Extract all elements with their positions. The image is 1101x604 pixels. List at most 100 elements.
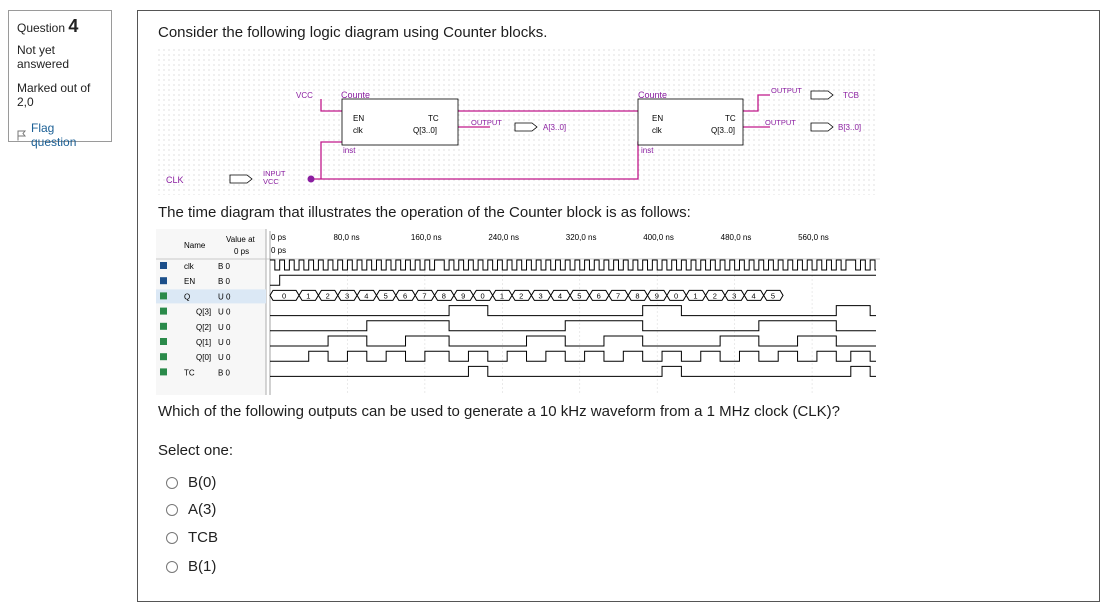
q-value-label: 3 [539, 291, 543, 300]
question-marks: Marked out of 2,0 [17, 81, 91, 109]
select-one-label: Select one: [158, 442, 234, 459]
pin-icon [160, 353, 167, 361]
option-radio[interactable] [166, 476, 178, 489]
q-value-label: 8 [442, 291, 446, 300]
pin-icon [160, 368, 167, 376]
pin-icon [160, 277, 167, 285]
time-cursor-label: 0 ps [271, 233, 286, 242]
signal-name: Q[0] [196, 353, 211, 362]
pin-icon [160, 322, 167, 330]
counter2-q: Q[3..0] [711, 126, 735, 135]
q-value-label: 0 [282, 291, 286, 300]
signal-name: EN [184, 277, 195, 286]
signal-value: B 0 [218, 368, 231, 377]
counter2-inst: inst [641, 146, 654, 155]
q-value-label: 4 [558, 291, 562, 300]
counter2-clk: clk [652, 126, 663, 135]
q-value-label: 6 [403, 291, 407, 300]
q-value-label: 9 [655, 291, 659, 300]
q-value-label: 5 [384, 291, 388, 300]
counter1-title: Counte [341, 90, 370, 100]
signal-value: U 0 [218, 338, 231, 347]
signal-value: U 0 [218, 292, 231, 301]
counter2-tc: TC [725, 114, 736, 123]
timing-diagram: Name Value at 0 ps 0 ps 0 ps 80,0 ns 160,… [156, 229, 880, 395]
q-value-label: 9 [461, 291, 465, 300]
counter1-en: EN [353, 114, 364, 123]
counter1-q: Q[3..0] [413, 126, 437, 135]
option-radio[interactable] [166, 531, 178, 544]
timing-intro-text: The time diagram that illustrates the op… [158, 204, 691, 221]
q-value-label: 7 [422, 291, 426, 300]
input-vcc-label: VCC [263, 177, 279, 186]
input-pin-clk [229, 174, 253, 184]
q-value-label: 3 [732, 291, 736, 300]
signal-value: B 0 [218, 262, 231, 271]
q-value-label: 0 [480, 291, 484, 300]
counter1-tc: TC [428, 114, 439, 123]
option-a3[interactable]: A(3) [166, 501, 216, 518]
output-label-tcb: OUTPUT [771, 86, 802, 95]
flag-question-label: Flag question [31, 121, 77, 149]
pin-icon [160, 338, 167, 345]
time-axis-label: 160,0 ns [411, 233, 442, 242]
q-value-label: 2 [326, 291, 330, 300]
option-radio[interactable] [166, 560, 178, 573]
signal-name: Q[3] [196, 308, 211, 317]
option-radio[interactable] [166, 503, 178, 516]
time-axis-label: 480,0 ns [721, 233, 752, 242]
signal-name: Q [184, 292, 190, 301]
signal-clk: CLK [166, 175, 184, 185]
output-label-a: OUTPUT [471, 118, 502, 127]
output-pin-tcb [810, 90, 834, 100]
q-value-label: 4 [752, 291, 756, 300]
q-value-label: 7 [616, 291, 620, 300]
value-column-subheader: 0 ps [234, 247, 249, 256]
counter2-en: EN [652, 114, 663, 123]
q-value-label: 2 [713, 291, 717, 300]
q-value-label: 8 [635, 291, 639, 300]
q-value-label: 5 [577, 291, 581, 300]
signal-value: U 0 [218, 353, 231, 362]
signal-name: TC [184, 368, 195, 377]
flag-question-link[interactable]: Flag question [17, 121, 103, 149]
output-pin-a [514, 122, 538, 132]
q-value-label: 6 [597, 291, 601, 300]
time-cursor-sublabel: 0 ps [271, 246, 286, 255]
logic-diagram: VCC Counte EN clk TC Q[3..0] inst Counte… [158, 49, 878, 195]
signal-name: Q[1] [196, 338, 211, 347]
flag-icon [17, 130, 27, 140]
pin-icon [160, 262, 167, 269]
question-state: Not yet answered [17, 43, 70, 71]
q-value-label: 0 [674, 291, 678, 300]
signal-b: B[3..0] [838, 123, 861, 132]
option-b0[interactable]: B(0) [166, 474, 216, 491]
time-axis-label: 400,0 ns [643, 233, 674, 242]
signal-value: B 0 [218, 277, 231, 286]
pin-icon [160, 292, 167, 300]
question-info-panel: Question 4 Not yet answered Marked out o… [8, 10, 112, 149]
time-axis-label: 240,0 ns [488, 233, 519, 242]
signal-tcb: TCB [843, 91, 859, 100]
q-value-label: 1 [306, 291, 310, 300]
output-pin-b [810, 122, 834, 132]
q-value-label: 3 [345, 291, 349, 300]
time-axis-label: 80,0 ns [333, 233, 359, 242]
pin-icon [160, 307, 167, 315]
q-value-label: 4 [364, 291, 368, 300]
signal-a: A[3..0] [543, 123, 566, 132]
question-text: Which of the following outputs can be us… [158, 403, 840, 420]
option-b1[interactable]: B(1) [166, 558, 216, 575]
signal-value: U 0 [218, 323, 231, 332]
clk-junction-dot [307, 175, 315, 183]
question-content: Consider the following logic diagram usi… [137, 10, 1100, 602]
output-label-b: OUTPUT [765, 118, 796, 127]
q-value-label: 2 [519, 291, 523, 300]
name-column-header: Name [184, 241, 206, 250]
time-axis-label: 560,0 ns [798, 233, 829, 242]
question-number: Question 4 [17, 16, 79, 36]
value-column-header: Value at [226, 235, 256, 244]
option-tcb[interactable]: TCB [166, 529, 218, 546]
counter2-title: Counte [638, 90, 667, 100]
signal-value: U 0 [218, 308, 231, 317]
